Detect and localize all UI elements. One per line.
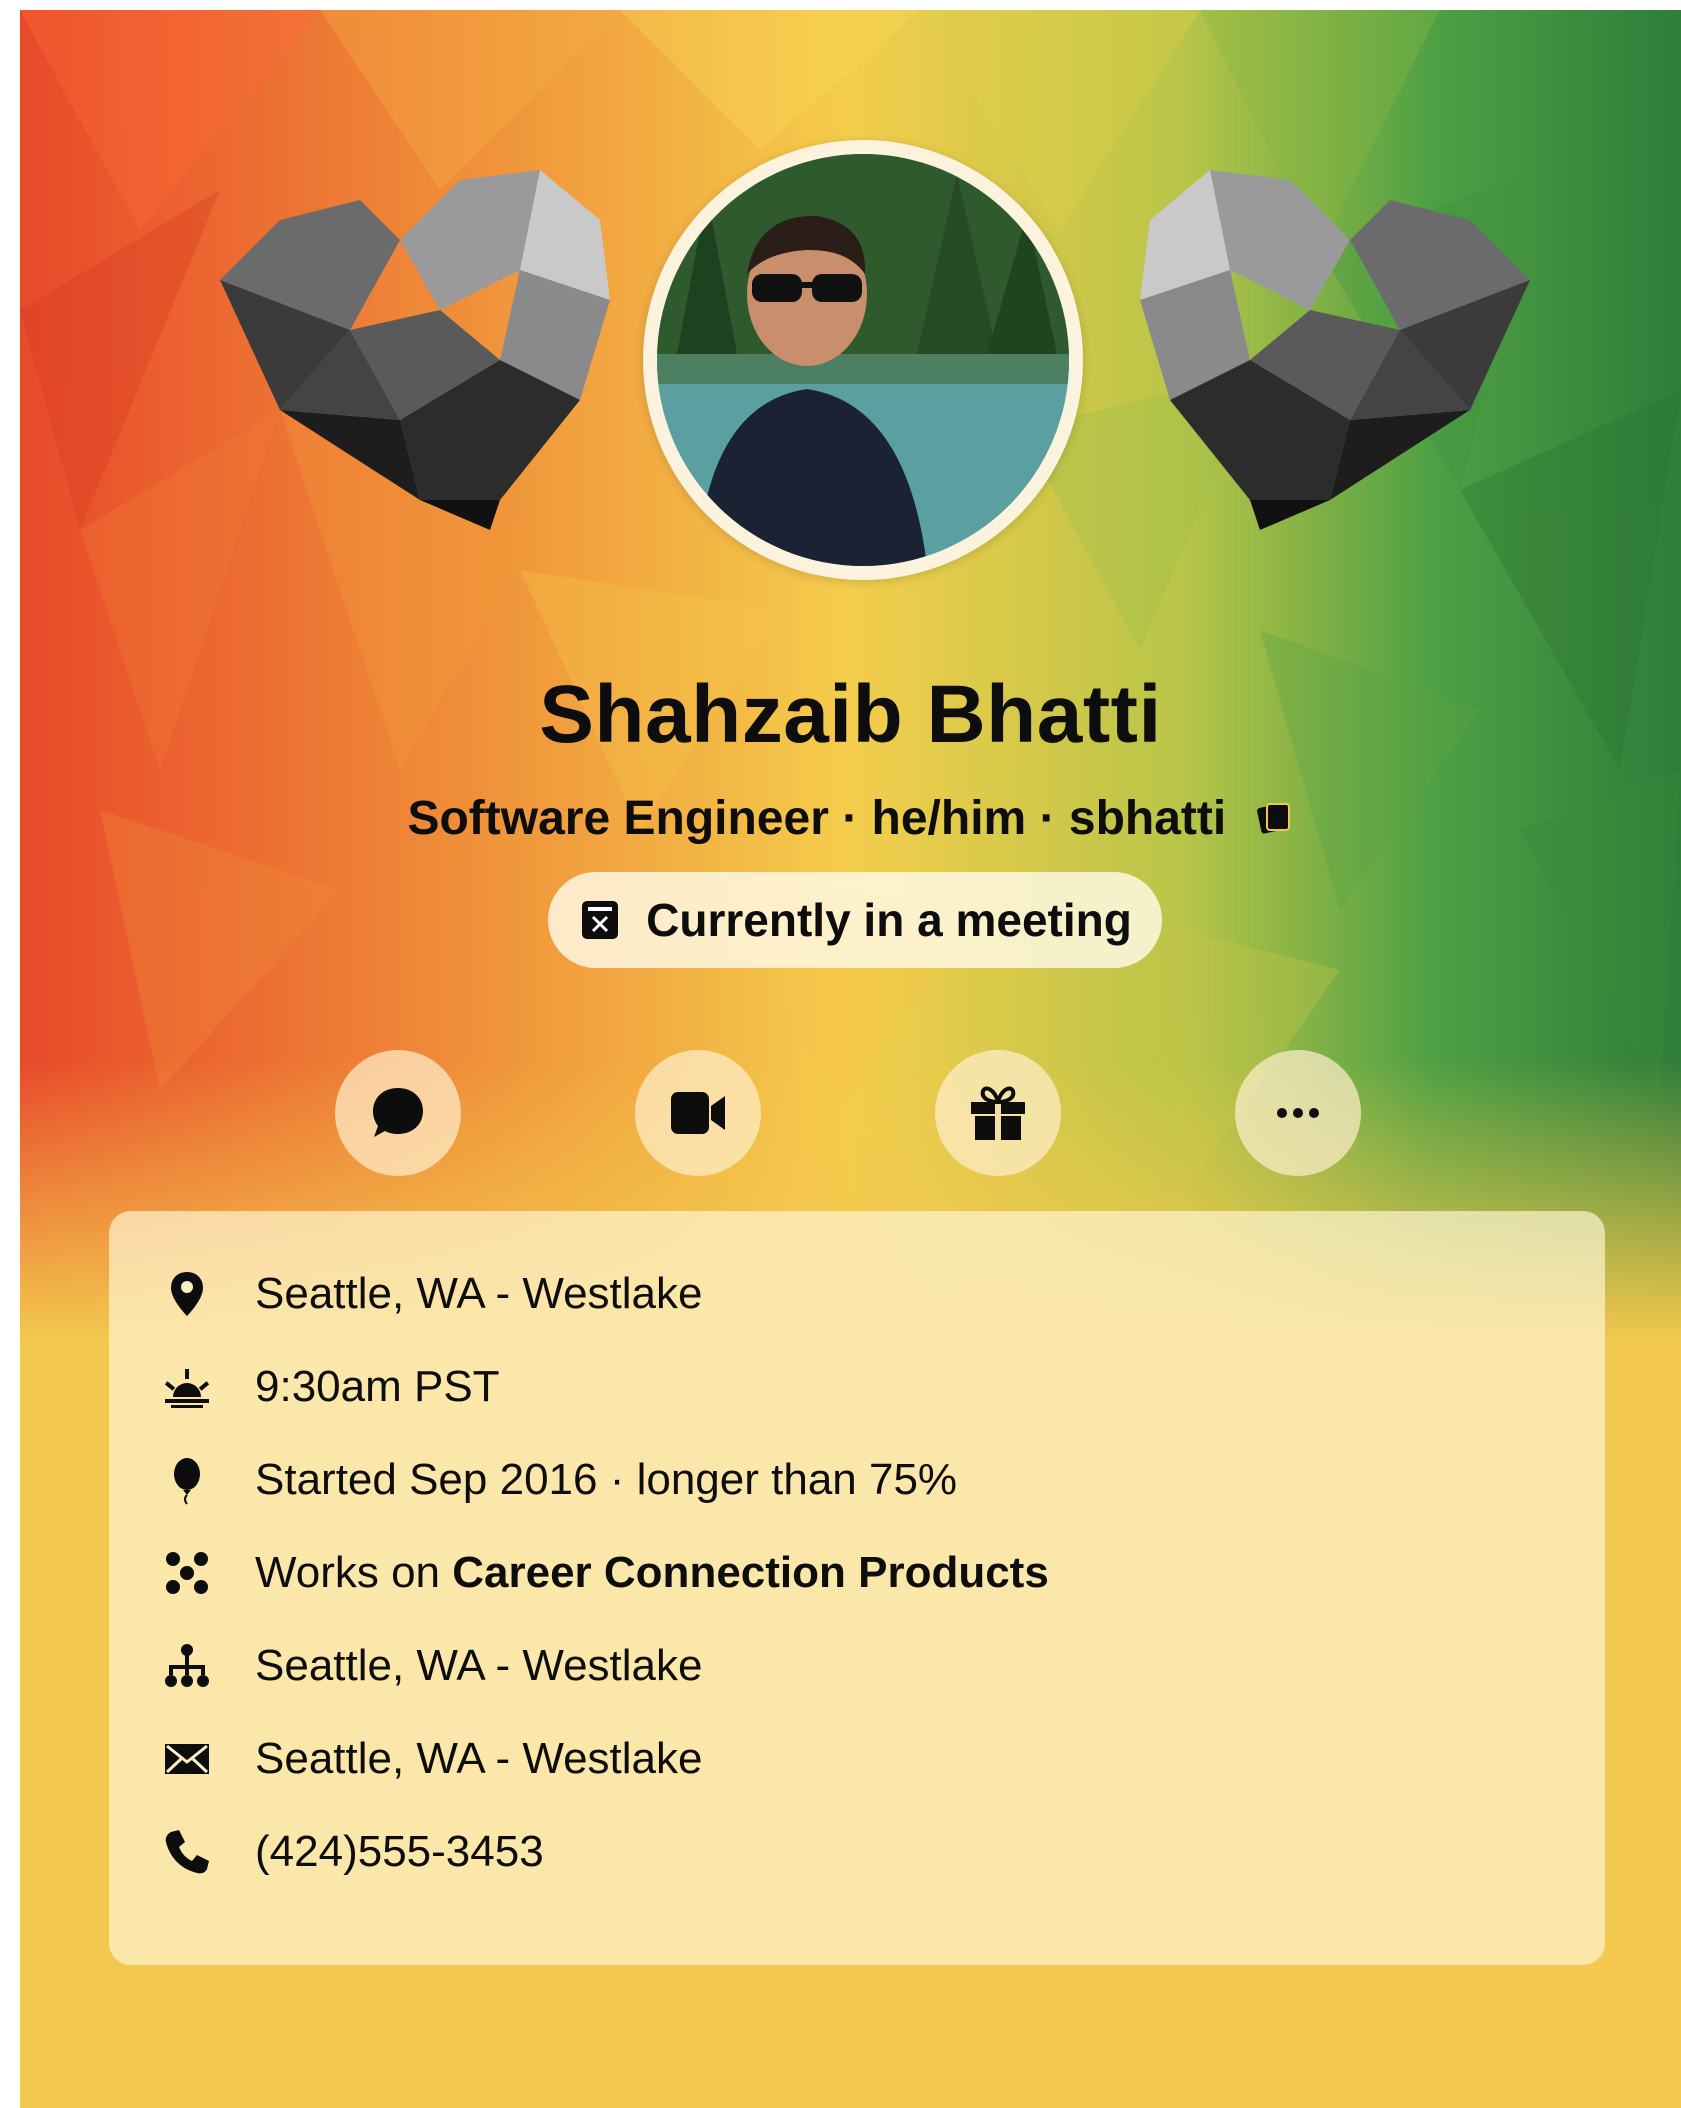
detail-phone: (424)555-3453 xyxy=(159,1817,544,1887)
detail-local-time: 9:30am PST xyxy=(159,1352,500,1422)
location-text: Seattle, WA - Westlake xyxy=(255,1269,703,1318)
copy-icon[interactable] xyxy=(1254,798,1294,838)
video-call-button[interactable] xyxy=(635,1050,761,1176)
status-text: Currently in a meeting xyxy=(646,894,1132,946)
phone-icon xyxy=(165,1830,209,1874)
tenure-text: Started Sep 2016 · longer than 75% xyxy=(255,1455,958,1504)
video-camera-icon xyxy=(671,1092,725,1134)
profile-card: Shahzaib Bhatti Software Engineer · he/h… xyxy=(20,10,1681,2108)
team-hub-icon xyxy=(166,1552,208,1594)
more-ellipsis-icon xyxy=(1277,1108,1319,1118)
profile-name: Shahzaib Bhatti xyxy=(539,669,1162,760)
message-button[interactable] xyxy=(335,1050,461,1176)
heart-sticker-left xyxy=(220,170,610,530)
balloon-icon xyxy=(174,1458,200,1505)
action-bar xyxy=(20,1050,1681,1180)
detail-tenure: Started Sep 2016 · longer than 75% xyxy=(159,1445,957,1515)
chat-bubble-icon xyxy=(373,1088,423,1137)
phone-text[interactable]: (424)555-3453 xyxy=(255,1827,544,1877)
org-chart-icon xyxy=(165,1644,209,1687)
team-link[interactable]: Career Connection Products xyxy=(452,1548,1049,1598)
username: sbhatti xyxy=(1068,791,1227,845)
detail-works-on: Works on Career Connection Products xyxy=(159,1538,1049,1608)
mail-text: Seattle, WA - Westlake xyxy=(255,1734,703,1783)
profile-subtitle: Software Engineer · he/him · sbhatti xyxy=(20,788,1681,846)
detail-org: Seattle, WA - Westlake xyxy=(159,1631,703,1701)
heart-sticker-right xyxy=(1140,170,1530,530)
gift-icon xyxy=(971,1086,1025,1140)
local-time-text: 9:30am PST xyxy=(255,1362,500,1411)
gift-button[interactable] xyxy=(935,1050,1061,1176)
works-on-prefix: Works on xyxy=(255,1548,453,1597)
detail-location: Seattle, WA - Westlake xyxy=(159,1259,703,1329)
job-title: Software Engineer xyxy=(407,791,829,845)
more-button[interactable] xyxy=(1235,1050,1361,1176)
sunrise-icon xyxy=(164,1369,210,1408)
org-text: Seattle, WA - Westlake xyxy=(255,1641,703,1690)
envelope-icon xyxy=(165,1744,209,1774)
status-badge[interactable]: Currently in a meeting xyxy=(548,872,1162,968)
calendar-busy-icon xyxy=(582,901,619,939)
profile-details-panel: Seattle, WA - Westlake 9:30am PST Starte… xyxy=(109,1211,1605,1965)
avatar[interactable] xyxy=(657,154,1069,566)
map-pin-icon xyxy=(171,1272,203,1316)
pronouns: he/him xyxy=(871,791,1027,845)
detail-mail: Seattle, WA - Westlake xyxy=(159,1724,703,1794)
avatar-ring xyxy=(643,140,1083,580)
